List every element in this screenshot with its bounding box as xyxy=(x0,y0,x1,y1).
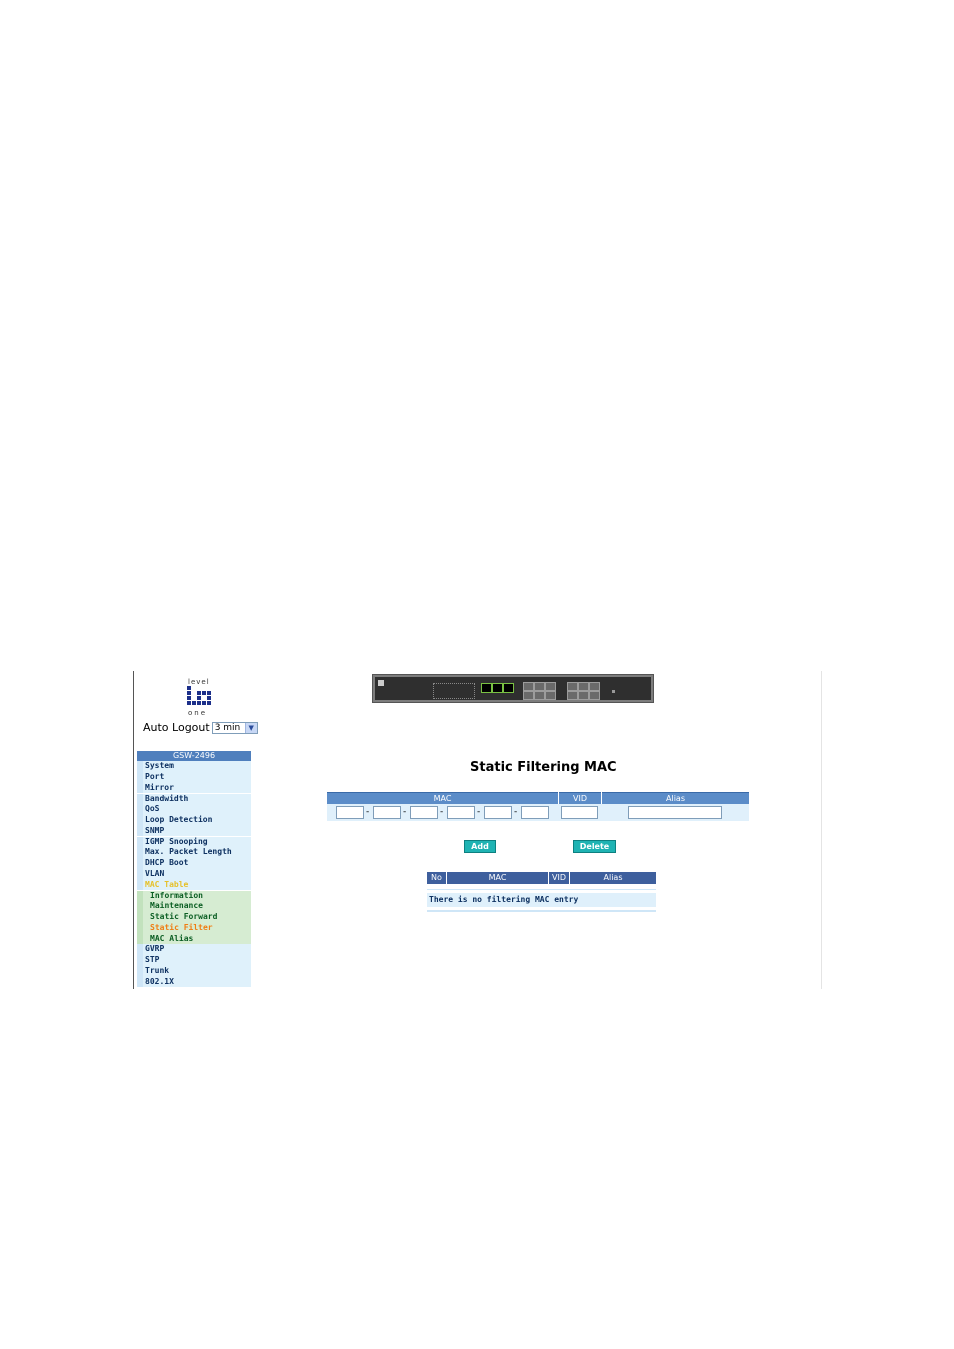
add-button[interactable]: Add xyxy=(464,840,496,853)
sidebar-item-vlan[interactable]: VLAN xyxy=(137,869,251,880)
logo-grid-icon xyxy=(187,686,211,705)
list-header-alias: Alias xyxy=(570,872,656,884)
table-divider xyxy=(427,910,656,912)
mac-octet-4-input[interactable] xyxy=(447,806,475,819)
page-title: Static Filtering MAC xyxy=(470,760,617,775)
entry-header-vid: VID xyxy=(559,792,601,804)
list-header-mac: MAC xyxy=(447,872,548,884)
sidebar: GSW-2496 System Port Mirror Bandwidth Qo… xyxy=(137,751,251,988)
sidebar-item-igmp-snooping[interactable]: IGMP Snooping xyxy=(137,836,251,848)
auto-logout: Auto Logout 3 min ▼ xyxy=(143,721,258,734)
mac-separator: - xyxy=(403,807,407,817)
auto-logout-select[interactable]: 3 min ▼ xyxy=(211,721,258,734)
chevron-down-icon[interactable]: ▼ xyxy=(244,722,257,733)
empty-message: There is no filtering MAC entry xyxy=(427,893,656,907)
sidebar-item-system[interactable]: System xyxy=(137,761,251,772)
alias-input[interactable] xyxy=(628,806,722,819)
frame-divider xyxy=(133,671,134,989)
levelone-logo: level one xyxy=(186,678,214,718)
auto-logout-label: Auto Logout xyxy=(143,721,210,734)
auto-logout-value: 3 min xyxy=(214,722,241,733)
sidebar-item-qos[interactable]: QoS xyxy=(137,804,251,815)
frame-divider-right xyxy=(821,671,822,989)
mac-octet-6-input[interactable] xyxy=(521,806,549,819)
entry-header-mac: MAC xyxy=(327,792,558,804)
sidebar-item-trunk[interactable]: Trunk xyxy=(137,966,251,977)
sidebar-item-dhcp-boot[interactable]: DHCP Boot xyxy=(137,858,251,869)
sidebar-subitem-static-filter[interactable]: Static Filter xyxy=(137,922,251,934)
sidebar-item-snmp[interactable]: SNMP xyxy=(137,825,251,837)
mac-octet-5-input[interactable] xyxy=(484,806,512,819)
switch-panel-image xyxy=(372,674,654,703)
vid-input[interactable] xyxy=(561,806,598,819)
delete-button[interactable]: Delete xyxy=(573,840,616,853)
logo-bottom-text: one xyxy=(188,709,208,717)
sidebar-item-stp[interactable]: STP xyxy=(137,955,251,966)
sidebar-subitem-maintenance[interactable]: Maintenance xyxy=(137,901,251,912)
mac-octet-3-input[interactable] xyxy=(410,806,438,819)
sidebar-item-bandwidth[interactable]: Bandwidth xyxy=(137,793,251,805)
sidebar-item-mac-table[interactable]: MAC Table xyxy=(137,879,251,891)
sidebar-header: GSW-2496 xyxy=(137,751,251,761)
list-header-vid: VID xyxy=(549,872,569,884)
logo-top-text: level xyxy=(188,678,210,686)
mac-octet-2-input[interactable] xyxy=(373,806,401,819)
mac-octet-1-input[interactable] xyxy=(336,806,364,819)
list-header-no: No xyxy=(427,872,446,884)
sidebar-item-port[interactable]: Port xyxy=(137,771,251,783)
mac-separator: - xyxy=(514,807,518,817)
sidebar-item-mirror[interactable]: Mirror xyxy=(137,782,251,794)
mac-separator: - xyxy=(366,807,370,817)
sidebar-item-loop-detection[interactable]: Loop Detection xyxy=(137,815,251,826)
sidebar-item-max-packet-length[interactable]: Max. Packet Length xyxy=(137,847,251,859)
sidebar-item-8021x[interactable]: 802.1X xyxy=(137,976,251,988)
entry-header-alias: Alias xyxy=(602,792,749,804)
mac-separator: - xyxy=(440,807,444,817)
sidebar-subitem-mac-alias[interactable]: MAC Alias xyxy=(137,933,251,945)
sidebar-item-gvrp[interactable]: GVRP xyxy=(137,944,251,956)
table-divider xyxy=(427,889,656,890)
mac-separator: - xyxy=(477,807,481,817)
sidebar-subitem-static-forward[interactable]: Static Forward xyxy=(137,912,251,923)
sidebar-subitem-information[interactable]: Information xyxy=(137,890,251,902)
